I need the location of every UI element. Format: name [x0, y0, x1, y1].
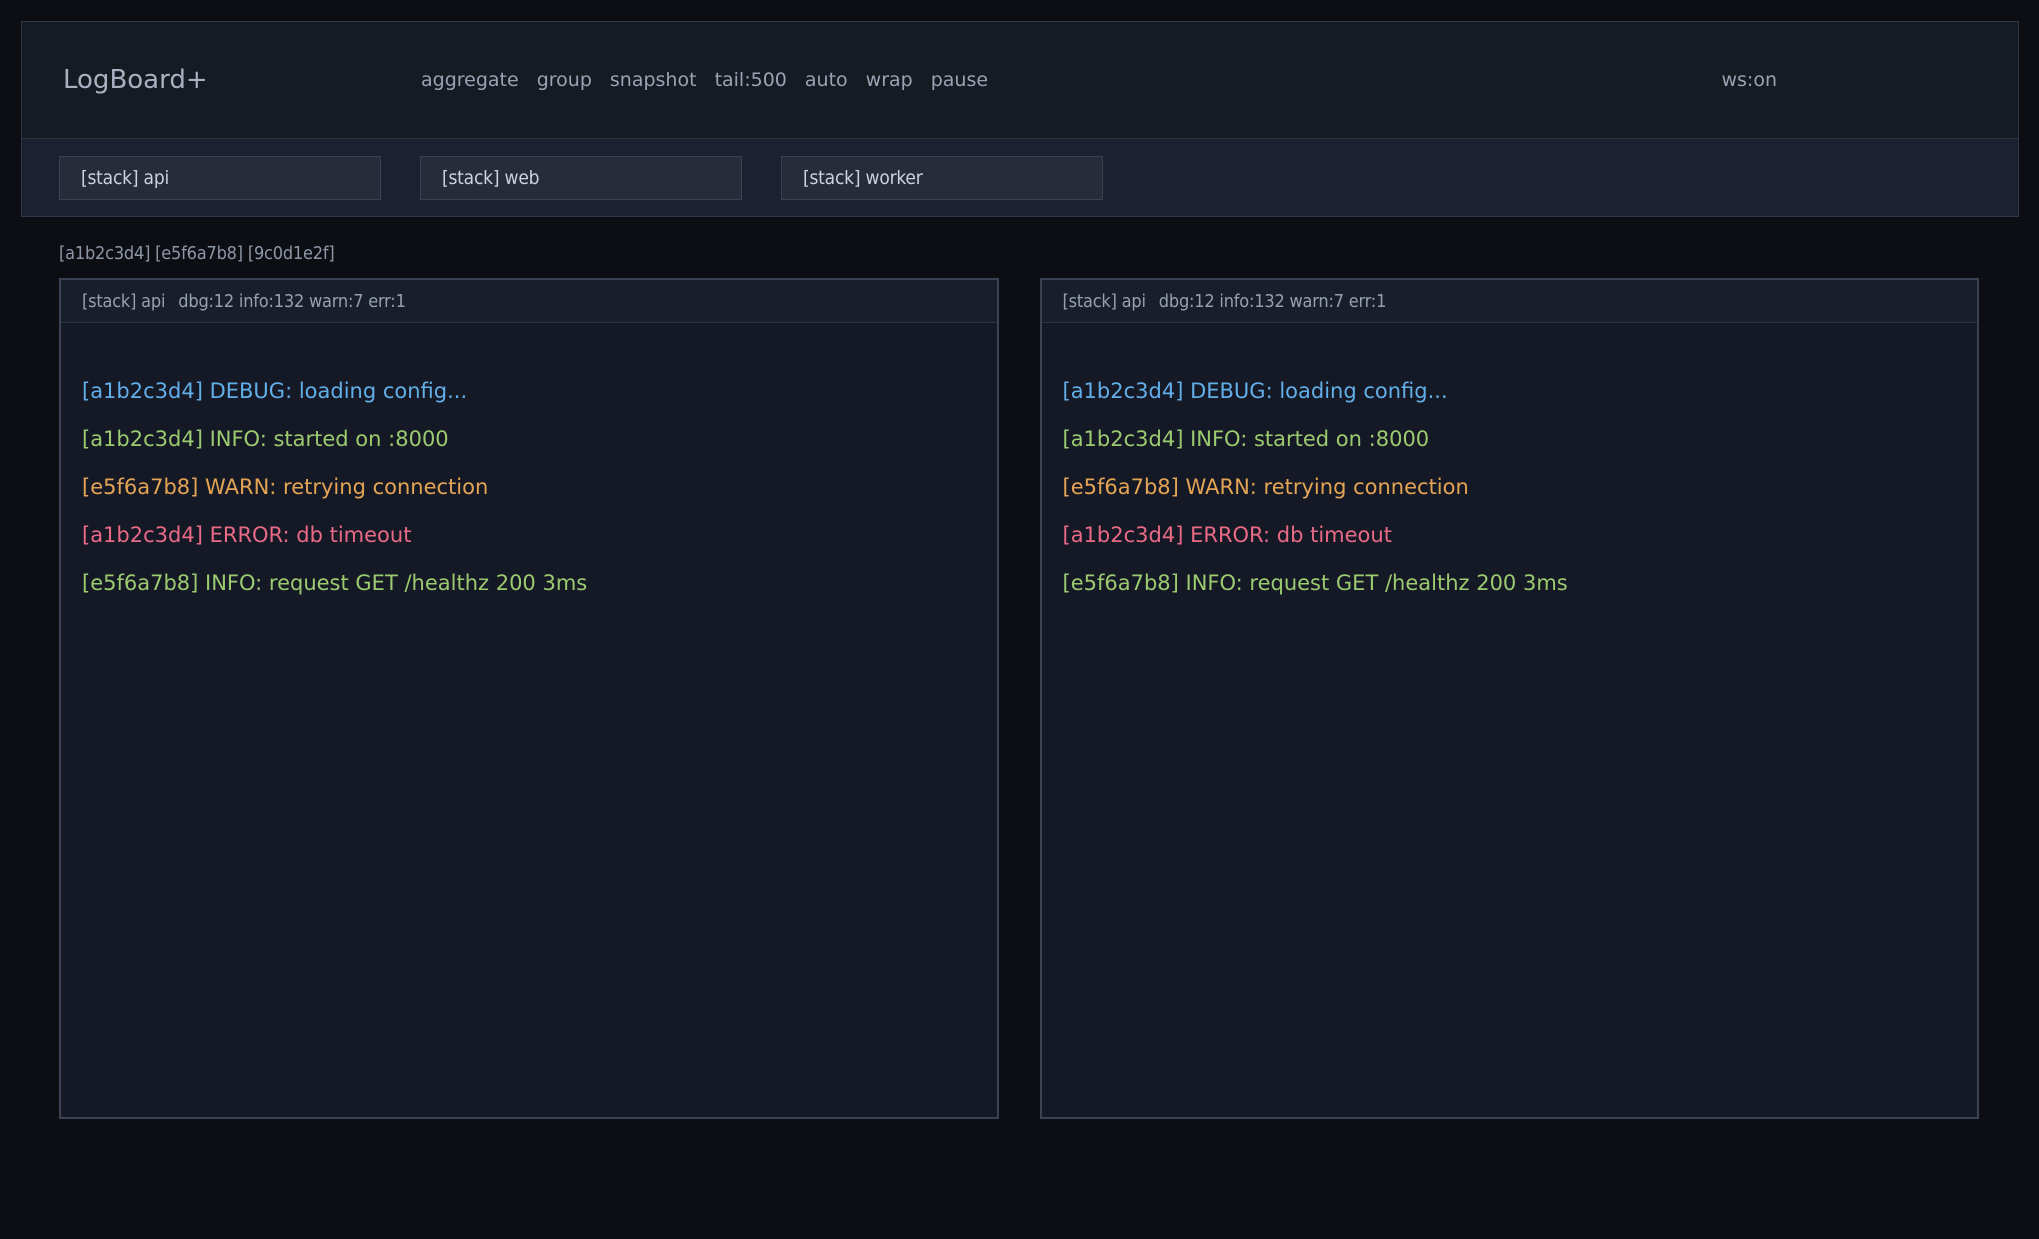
log-line: [e5f6a7b8] WARN: retrying connection [82, 463, 976, 511]
log-viewport[interactable]: [a1b2c3d4] DEBUG: loading config... [a1b… [1042, 323, 1978, 1119]
log-line: [e5f6a7b8] WARN: retrying connection [1063, 463, 1957, 511]
log-line: [e5f6a7b8] INFO: request GET /healthz 20… [82, 559, 976, 607]
log-line: [a1b2c3d4] DEBUG: loading config... [82, 367, 976, 415]
stack-tabs-row: [stack] api [stack] web [stack] worker [22, 139, 2018, 216]
log-panel-header: [stack] api dbg:12 info:132 warn:7 err:1 [1042, 280, 1978, 323]
log-line: [a1b2c3d4] INFO: started on :8000 [1063, 415, 1957, 463]
menu-item-snapshot[interactable]: snapshot [610, 69, 697, 91]
log-line: [e5f6a7b8] INFO: request GET /healthz 20… [1063, 559, 1957, 607]
menu-item-auto[interactable]: auto [805, 69, 848, 91]
stack-tab-worker[interactable]: [stack] worker [781, 156, 1103, 200]
log-viewport[interactable]: [a1b2c3d4] DEBUG: loading config... [a1b… [61, 323, 997, 1119]
panel-stack-label: [stack] api [1063, 291, 1146, 312]
panel-stack-label: [stack] api [82, 291, 165, 312]
trace-id-filter: [a1b2c3d4] [e5f6a7b8] [9c0d1e2f] [59, 243, 335, 264]
stack-tab-web[interactable]: [stack] web [420, 156, 742, 200]
toolbar-menu: aggregate group snapshot tail:500 auto w… [421, 22, 988, 138]
menu-item-aggregate[interactable]: aggregate [421, 69, 519, 91]
toolbar-top-row: LogBoard+ aggregate group snapshot tail:… [22, 22, 2018, 139]
panel-level-counts: dbg:12 info:132 warn:7 err:1 [1159, 291, 1386, 312]
log-panels: [stack] api dbg:12 info:132 warn:7 err:1… [59, 278, 1979, 1119]
log-line: [a1b2c3d4] ERROR: db timeout [1063, 511, 1957, 559]
app-title: LogBoard+ [63, 65, 208, 95]
log-panel-header: [stack] api dbg:12 info:132 warn:7 err:1 [61, 280, 997, 323]
log-panel-right: [stack] api dbg:12 info:132 warn:7 err:1… [1040, 278, 1980, 1119]
toolbar-card: LogBoard+ aggregate group snapshot tail:… [21, 21, 2019, 217]
menu-item-group[interactable]: group [537, 69, 592, 91]
log-line: [a1b2c3d4] ERROR: db timeout [82, 511, 976, 559]
panel-level-counts: dbg:12 info:132 warn:7 err:1 [178, 291, 405, 312]
websocket-status: ws:on [1721, 22, 1777, 138]
log-line: [a1b2c3d4] INFO: started on :8000 [82, 415, 976, 463]
stack-tab-api[interactable]: [stack] api [59, 156, 381, 200]
menu-item-pause[interactable]: pause [931, 69, 988, 91]
menu-item-tail[interactable]: tail:500 [715, 69, 787, 91]
menu-item-wrap[interactable]: wrap [866, 69, 913, 91]
log-line: [a1b2c3d4] DEBUG: loading config... [1063, 367, 1957, 415]
log-panel-left: [stack] api dbg:12 info:132 warn:7 err:1… [59, 278, 999, 1119]
